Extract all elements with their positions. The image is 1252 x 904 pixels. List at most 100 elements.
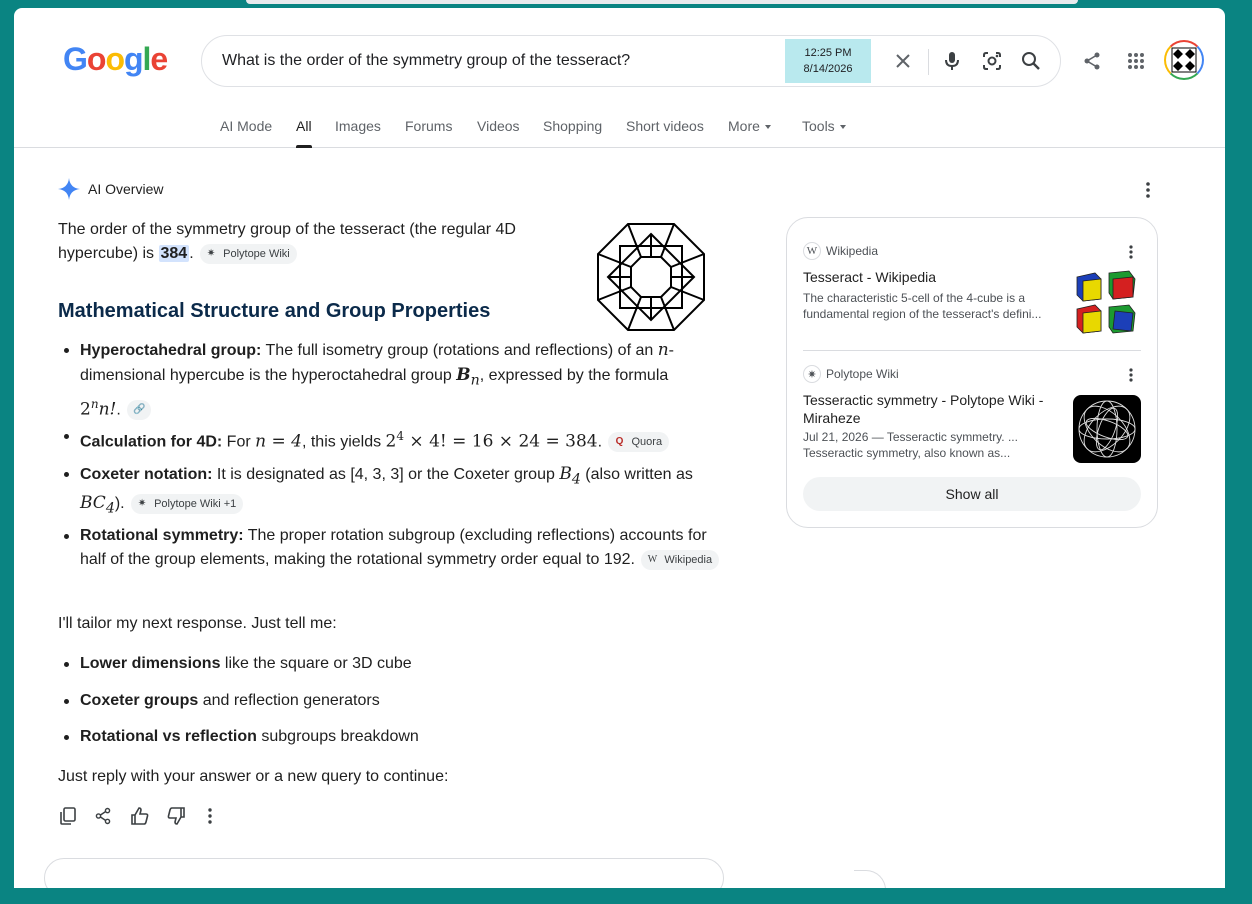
math-n-equals: n = 4 [255,431,302,452]
bullet-text: , this yields [301,433,386,451]
source-site-name: Wikipedia [826,244,879,258]
intro-end: . [189,245,194,262]
more-vert-icon[interactable] [1125,244,1137,260]
tab-short-videos[interactable]: Short videos [626,118,704,148]
clock-overlay: 12:25 PM 8/14/2026 [785,39,871,83]
logo-letter: l [142,41,152,77]
gemini-sparkle-icon [58,178,80,200]
math-b4: B4 [559,464,581,487]
option-title: Rotational vs reflection [80,728,257,745]
polytope-favicon-icon: ✷ [137,498,147,510]
microphone-icon[interactable] [939,48,965,74]
follow-up-panel-edge [854,870,886,888]
bullet-text: For [222,433,256,451]
tab-all[interactable]: All [296,118,312,148]
clock-date: 8/14/2026 [803,63,853,75]
search-input[interactable]: What is the order of the symmetry group … [222,52,630,70]
account-avatar[interactable] [1164,40,1204,80]
source-chip-quora[interactable]: Q Quora [608,432,670,453]
more-vert-icon[interactable] [1140,180,1156,200]
browser-tab-strip [246,0,1078,4]
list-item: Rotational vs reflection subgroups break… [64,725,720,749]
search-divider [928,49,929,75]
divider [803,350,1141,351]
list-item: Lower dimensions like the square or 3D c… [64,652,720,676]
source-item[interactable]: W Wikipedia Tesseract - Wikipedia The cha… [803,242,1143,342]
show-all-button[interactable]: Show all [803,477,1141,511]
share-icon[interactable] [1076,45,1108,77]
source-title[interactable]: Tesseract - Wikipedia [803,268,1053,286]
bullet-title: Rotational symmetry: [80,527,244,544]
source-site: ✷ Polytope Wiki [803,365,899,383]
thumbs-down-icon[interactable] [166,805,202,827]
closing-text: Just reply with your answer or a new que… [58,768,449,785]
search-box[interactable]: What is the order of the symmetry group … [201,35,1061,87]
tab-forums[interactable]: Forums [405,118,452,148]
tab-more-label: More [728,118,760,134]
apps-grid-icon[interactable] [1120,45,1152,77]
search-icon[interactable] [1018,48,1044,74]
polytope-favicon-icon: ✷ [206,247,216,259]
polytope-favicon-icon: ✷ [803,365,821,383]
link-chip[interactable]: 🔗 [127,400,152,421]
list-item: Rotational symmetry: The proper rotation… [64,524,720,572]
section-heading: Mathematical Structure and Group Propert… [58,300,491,322]
tab-tools-label: Tools [802,118,835,134]
tab-videos[interactable]: Videos [477,118,520,148]
tab-tools[interactable]: Tools [802,118,846,148]
source-title[interactable]: Tesseractic symmetry - Polytope Wiki - M… [803,391,1053,427]
more-vert-icon[interactable] [1125,367,1137,383]
ai-overview-header: AI Overview [58,178,163,200]
google-logo[interactable]: Google [63,41,168,78]
camera-lens-icon[interactable] [979,48,1005,74]
clear-icon[interactable] [890,48,916,74]
browser-window: Google What is the order of the symmetry… [14,8,1225,888]
bullet-text: (also written as [580,466,693,483]
list-item: Coxeter notation: It is designated as [4… [64,462,704,521]
math-bc4: BC4 [80,493,115,516]
list-item: Coxeter groups and reflection generators [64,689,720,713]
wikipedia-favicon-icon: W [803,242,821,260]
source-chip-polytope-wiki[interactable]: ✷ Polytope Wiki +1 [131,494,244,515]
math-base: 2 [385,431,397,452]
source-chip-polytope-wiki[interactable]: ✷ Polytope Wiki [200,243,297,264]
copy-icon[interactable] [58,805,94,827]
follow-up-input[interactable] [44,858,724,888]
share-icon[interactable] [94,805,130,827]
option-title: Coxeter groups [80,692,199,709]
tab-ai-mode[interactable]: AI Mode [220,118,272,148]
thumbs-up-icon[interactable] [130,805,166,827]
tab-images[interactable]: Images [335,118,381,148]
math-bc: BC [80,493,106,514]
search-header: Google What is the order of the symmetry… [14,8,1225,148]
math-bn: Bn [456,365,480,388]
tab-more[interactable]: More [728,118,771,148]
math-n: n [657,340,669,360]
math-b: B [559,464,572,484]
wikipedia-favicon-icon: W [647,553,658,565]
tesseract-image[interactable] [596,222,706,332]
link-icon: 🔗 [133,404,146,416]
tesseract-cells-thumbnail[interactable] [1073,269,1141,337]
more-vert-icon[interactable] [202,805,238,827]
logo-letter: g [123,41,144,77]
bullet-text: . [597,433,607,451]
math-formula: × 4! = 16 × 24 = 384 [404,431,598,452]
option-text: like the square or 3D cube [220,655,412,672]
source-item[interactable]: ✷ Polytope Wiki Tesseractic symmetry - Po… [803,365,1143,465]
tesseract-sphere-thumbnail[interactable] [1073,395,1141,463]
source-site: W Wikipedia [803,242,878,260]
source-snippet: The characteristic 5-cell of the 4-cube … [803,291,1042,321]
bullet-title: Calculation for 4D: [80,433,223,451]
bullet-title: Hyperoctahedral group: [80,342,262,359]
chip-label: Polytope Wiki [223,247,290,260]
option-text: subgroups breakdown [256,728,419,745]
math-sup: 4 [396,429,405,443]
chevron-down-icon [839,125,846,130]
math-formula: 2 [80,399,91,420]
tailor-text: I'll tailor my next response. Just tell … [58,615,337,632]
tab-shopping[interactable]: Shopping [543,118,602,148]
source-chip-wikipedia[interactable]: W Wikipedia [641,549,720,570]
quora-favicon-icon: Q [615,436,624,448]
logo-letter: G [63,41,88,77]
